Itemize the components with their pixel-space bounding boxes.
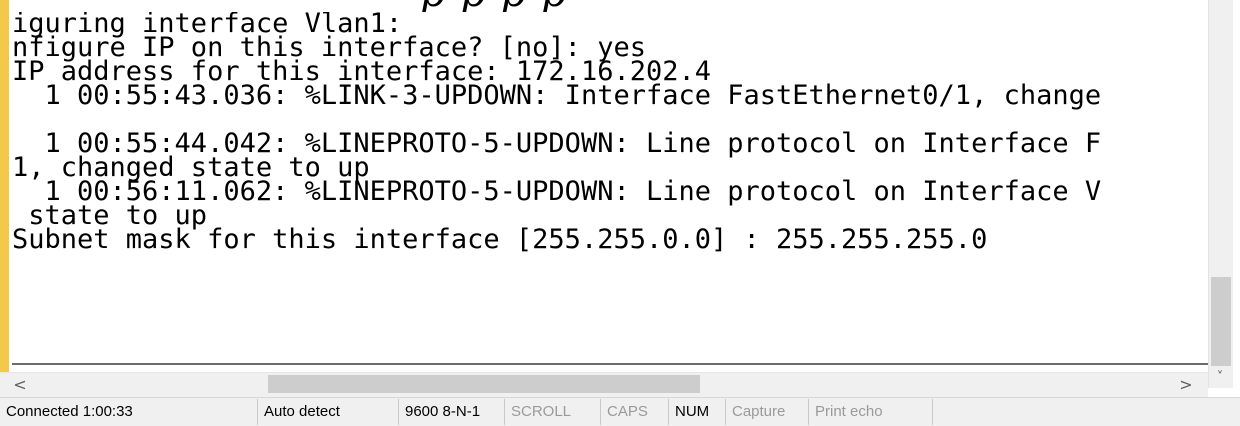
status-port-settings: 9600 8-N-1 bbox=[399, 399, 505, 425]
vertical-scroll-thumb[interactable] bbox=[1211, 277, 1231, 366]
window-edge-strip bbox=[0, 0, 9, 425]
terminal-divider bbox=[12, 363, 1208, 365]
status-num: NUM bbox=[669, 399, 726, 425]
status-capture: Capture bbox=[726, 399, 809, 425]
scroll-left-arrow-icon[interactable]: < bbox=[8, 372, 32, 396]
status-empty-cell bbox=[933, 399, 1240, 425]
status-print-echo: Print echo bbox=[809, 399, 933, 425]
horizontal-scroll-thumb[interactable] bbox=[268, 375, 700, 393]
terminal-line: 1 00:55:43.036: %LINK-3-UPDOWN: Interfac… bbox=[12, 80, 1102, 111]
scroll-down-arrow-icon[interactable]: ˅ bbox=[1208, 367, 1232, 387]
scroll-right-arrow-icon[interactable]: > bbox=[1174, 372, 1198, 396]
status-connected: Connected 1:00:33 bbox=[0, 399, 258, 425]
terminal-output[interactable]: iguring interface Vlan1: nfigure IP on t… bbox=[12, 12, 1208, 358]
terminal-line: Subnet mask for this interface [255.255.… bbox=[12, 224, 988, 255]
status-caps: CAPS bbox=[601, 399, 669, 425]
clipped-document-text: p p p p bbox=[0, 0, 1240, 12]
status-scroll: SCROLL bbox=[505, 399, 601, 425]
status-auto-detect: Auto detect bbox=[258, 399, 399, 425]
